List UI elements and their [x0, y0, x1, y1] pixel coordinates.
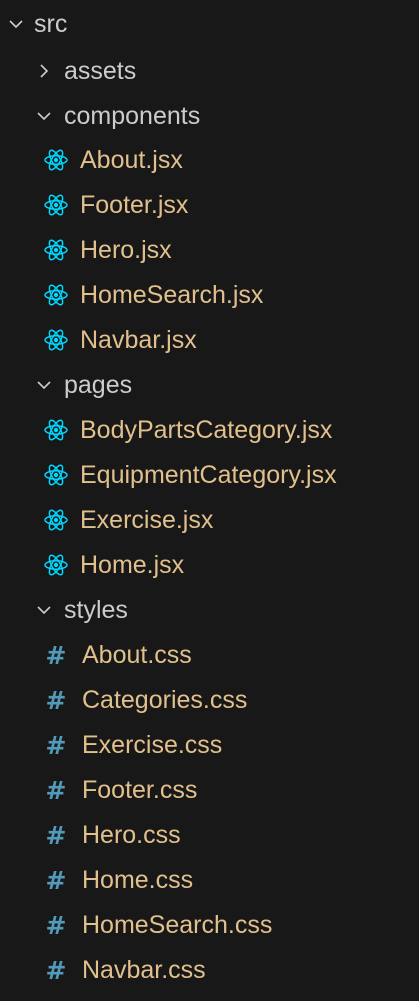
file-exercise-css[interactable]: # Exercise.css [0, 722, 419, 768]
file-equipmentcategory-jsx[interactable]: EquipmentCategory.jsx [0, 452, 419, 498]
file-label: HomeSearch.jsx [80, 280, 264, 309]
file-label: BodyPartsCategory.jsx [80, 415, 333, 444]
folder-label: components [64, 101, 201, 130]
hash-icon: # [45, 820, 67, 850]
file-label: Navbar.jsx [80, 325, 197, 354]
chevron-right-icon [34, 61, 54, 81]
file-label: Categories.css [82, 685, 248, 714]
file-about-css[interactable]: # About.css [0, 632, 419, 678]
file-homesearch-css[interactable]: # HomeSearch.css [0, 902, 419, 948]
file-hero-css[interactable]: # Hero.css [0, 812, 419, 858]
react-icon [42, 506, 70, 534]
folder-label: assets [64, 56, 137, 85]
chevron-down-icon [34, 375, 54, 395]
react-icon [42, 146, 70, 174]
file-label: EquipmentCategory.jsx [80, 460, 337, 489]
file-label: Exercise.jsx [80, 505, 214, 534]
hash-icon: # [45, 640, 67, 670]
file-label: Home.css [82, 865, 194, 894]
file-navbar-jsx[interactable]: Navbar.jsx [0, 317, 419, 363]
react-icon [42, 461, 70, 489]
file-label: Hero.css [82, 820, 181, 849]
chevron-down-icon [34, 106, 54, 126]
file-categories-css[interactable]: # Categories.css [0, 677, 419, 723]
file-navbar-css[interactable]: # Navbar.css [0, 947, 419, 993]
file-label: Footer.css [82, 775, 198, 804]
chevron-down-icon [34, 600, 54, 620]
hash-icon: # [45, 685, 67, 715]
react-icon [42, 281, 70, 309]
file-label: Exercise.css [82, 730, 223, 759]
hash-icon: # [45, 730, 67, 760]
file-footer-jsx[interactable]: Footer.jsx [0, 182, 419, 228]
hash-icon: # [45, 775, 67, 805]
folder-label: src [34, 9, 68, 38]
hash-icon: # [45, 955, 67, 985]
file-hero-jsx[interactable]: Hero.jsx [0, 227, 419, 273]
file-label: Navbar.css [82, 955, 206, 984]
folder-components[interactable]: components [0, 93, 419, 139]
react-icon [42, 416, 70, 444]
file-explorer-tree: src assets components About.jsx Footer.j… [0, 0, 419, 1001]
folder-src[interactable]: src [0, 2, 419, 46]
folder-styles[interactable]: styles [0, 587, 419, 633]
file-homesearch-jsx[interactable]: HomeSearch.jsx [0, 272, 419, 318]
file-about-jsx[interactable]: About.jsx [0, 137, 419, 183]
file-label: About.jsx [80, 145, 183, 174]
file-label: About.css [82, 640, 192, 669]
file-label: Hero.jsx [80, 235, 172, 264]
file-bodypartscategory-jsx[interactable]: BodyPartsCategory.jsx [0, 407, 419, 453]
file-label: Home.jsx [80, 550, 185, 579]
file-exercise-jsx[interactable]: Exercise.jsx [0, 497, 419, 543]
folder-pages[interactable]: pages [0, 362, 419, 408]
file-footer-css[interactable]: # Footer.css [0, 767, 419, 813]
react-icon [42, 236, 70, 264]
react-icon [42, 326, 70, 354]
folder-label: pages [64, 370, 133, 399]
react-icon [42, 551, 70, 579]
hash-icon: # [45, 910, 67, 940]
react-icon [42, 191, 70, 219]
file-home-jsx[interactable]: Home.jsx [0, 542, 419, 588]
chevron-down-icon [6, 14, 26, 34]
folder-label: styles [64, 595, 128, 624]
file-label: HomeSearch.css [82, 910, 273, 939]
file-label: Footer.jsx [80, 190, 189, 219]
folder-assets[interactable]: assets [0, 48, 419, 94]
hash-icon: # [45, 865, 67, 895]
file-home-css[interactable]: # Home.css [0, 857, 419, 903]
